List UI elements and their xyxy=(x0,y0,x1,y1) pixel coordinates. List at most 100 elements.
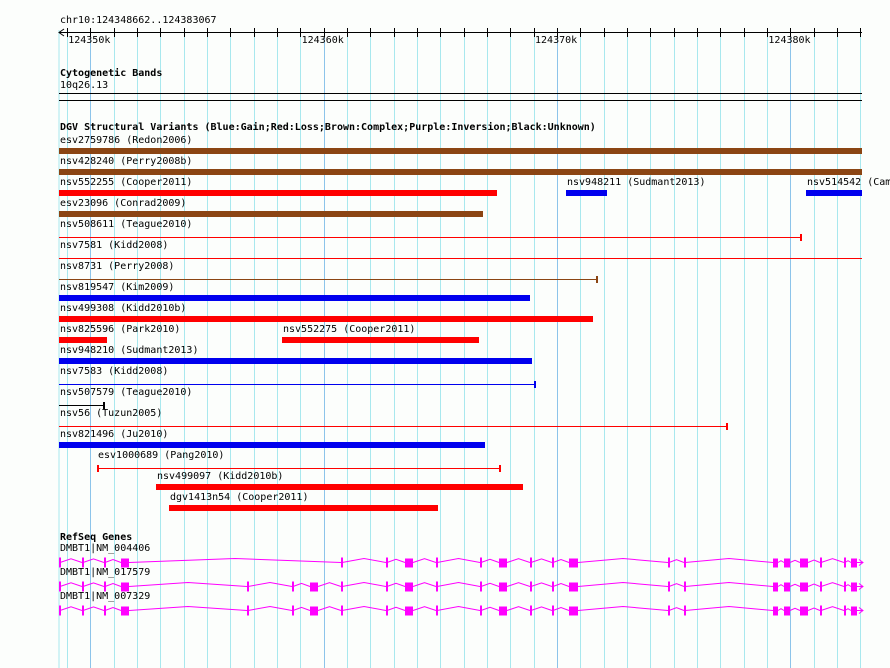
variant-label[interactable]: nsv7583 (Kidd2008) xyxy=(60,366,168,377)
variant-label[interactable]: nsv514542 (Cam xyxy=(807,177,890,188)
ruler-label: 124350k xyxy=(68,35,111,46)
variant-feature-loss[interactable] xyxy=(59,234,802,241)
exon xyxy=(499,558,507,568)
intron xyxy=(506,606,531,611)
intron xyxy=(684,557,774,563)
exon xyxy=(436,557,438,568)
exon xyxy=(82,605,84,616)
intron xyxy=(82,558,105,563)
variant-label[interactable]: nsv948210 (Sudmant2013) xyxy=(60,345,198,356)
exon xyxy=(552,605,554,616)
variant-feature-complex[interactable] xyxy=(59,169,862,175)
variant-end-tick xyxy=(726,423,728,430)
intron xyxy=(412,582,437,587)
exon xyxy=(668,605,670,616)
variant-label[interactable]: nsv507579 (Teague2010) xyxy=(60,387,192,398)
exon xyxy=(784,606,790,616)
exon xyxy=(773,606,778,616)
intron xyxy=(436,557,481,563)
exon xyxy=(59,581,61,592)
exon xyxy=(386,605,388,616)
exon xyxy=(569,558,578,568)
variant-feature-loss[interactable] xyxy=(59,316,593,322)
variant-label[interactable]: nsv819547 (Kim2009) xyxy=(60,282,174,293)
variant-feature-complex[interactable] xyxy=(59,276,598,283)
gene-model[interactable] xyxy=(0,603,890,617)
variant-feature-complex[interactable] xyxy=(59,148,862,154)
ruler-label: 124380k xyxy=(768,35,811,46)
exon xyxy=(530,605,532,616)
exon xyxy=(552,557,554,568)
intron xyxy=(530,582,553,587)
variant-label[interactable]: nsv8731 (Perry2008) xyxy=(60,261,174,272)
intron xyxy=(777,584,785,587)
intron xyxy=(530,606,553,611)
intron xyxy=(480,558,500,563)
exon xyxy=(386,581,388,592)
variant-feature-gain[interactable] xyxy=(59,442,485,448)
variant-feature-gain[interactable] xyxy=(806,190,862,196)
variant-label[interactable]: nsv948211 (Sudmant2013) xyxy=(567,177,705,188)
variant-label[interactable]: nsv825596 (Park2010) xyxy=(60,324,180,335)
variant-label[interactable]: esv1000689 (Pang2010) xyxy=(98,450,224,461)
variant-feature-complex[interactable] xyxy=(59,211,483,217)
variant-label[interactable]: nsv821496 (Ju2010) xyxy=(60,429,168,440)
exon xyxy=(800,558,808,568)
variant-feature-loss[interactable] xyxy=(59,337,107,343)
variant-label[interactable]: nsv499097 (Kidd2010b) xyxy=(157,471,283,482)
ruler[interactable] xyxy=(0,24,890,48)
intron xyxy=(668,559,685,563)
variant-feature-loss[interactable] xyxy=(282,337,479,343)
intron xyxy=(128,581,248,587)
intron xyxy=(412,606,437,611)
intron xyxy=(59,606,83,611)
variant-label[interactable]: nsv552275 (Cooper2011) xyxy=(283,324,415,335)
variant-label[interactable]: nsv56 (Tuzun2005) xyxy=(60,408,162,419)
variant-label[interactable]: nsv508611 (Teague2010) xyxy=(60,219,192,230)
intron xyxy=(341,581,387,587)
gene-label[interactable]: DMBT1|NM_004406 xyxy=(60,543,150,554)
variant-feature-loss[interactable] xyxy=(59,423,728,430)
intron xyxy=(247,605,293,611)
variant-label[interactable]: dgv1413n54 (Cooper2011) xyxy=(170,492,308,503)
intron xyxy=(530,558,553,563)
variant-feature-unknown[interactable] xyxy=(59,402,105,409)
variant-label[interactable]: esv23096 (Conrad2009) xyxy=(60,198,186,209)
intron xyxy=(820,582,845,587)
variant-end-tick xyxy=(534,381,536,388)
variant-end-tick xyxy=(499,465,501,472)
variant-feature-gain[interactable] xyxy=(59,381,536,388)
exon xyxy=(59,557,61,568)
variant-label[interactable]: nsv552255 (Cooper2011) xyxy=(60,177,192,188)
exon xyxy=(104,557,106,568)
exon xyxy=(405,606,413,616)
variant-feature-loss[interactable] xyxy=(59,190,497,196)
cytoband-label: 10q26.13 xyxy=(60,80,109,91)
variant-feature-gain[interactable] xyxy=(566,190,607,196)
variant-feature-gain[interactable] xyxy=(59,295,530,301)
intron xyxy=(552,606,570,611)
variant-label[interactable]: nsv428240 (Perry2008b) xyxy=(60,156,192,167)
intron xyxy=(386,606,406,611)
intron xyxy=(412,558,437,563)
intron xyxy=(789,559,801,563)
variant-label[interactable]: nsv7581 (Kidd2008) xyxy=(60,240,168,251)
intron xyxy=(128,605,248,611)
variant-feature-loss[interactable] xyxy=(97,465,501,472)
intron xyxy=(104,582,122,587)
exon xyxy=(668,557,670,568)
exon xyxy=(480,605,482,616)
variant-label[interactable]: nsv499308 (Kidd2010b) xyxy=(60,303,186,314)
intron xyxy=(317,582,342,587)
variant-feature-gain[interactable] xyxy=(59,358,532,364)
variant-label[interactable]: esv2759786 (Redon2006) xyxy=(60,135,192,146)
intron xyxy=(506,558,531,563)
variant-feature-loss[interactable] xyxy=(156,484,523,490)
variant-feature-loss[interactable] xyxy=(59,258,862,259)
gene-label[interactable]: DMBT1|NM_007329 xyxy=(60,591,150,602)
intron xyxy=(820,558,845,563)
exon xyxy=(784,582,790,592)
exon xyxy=(310,606,318,616)
gene-label[interactable]: DMBT1|NM_017579 xyxy=(60,567,150,578)
variant-feature-loss[interactable] xyxy=(169,505,438,511)
